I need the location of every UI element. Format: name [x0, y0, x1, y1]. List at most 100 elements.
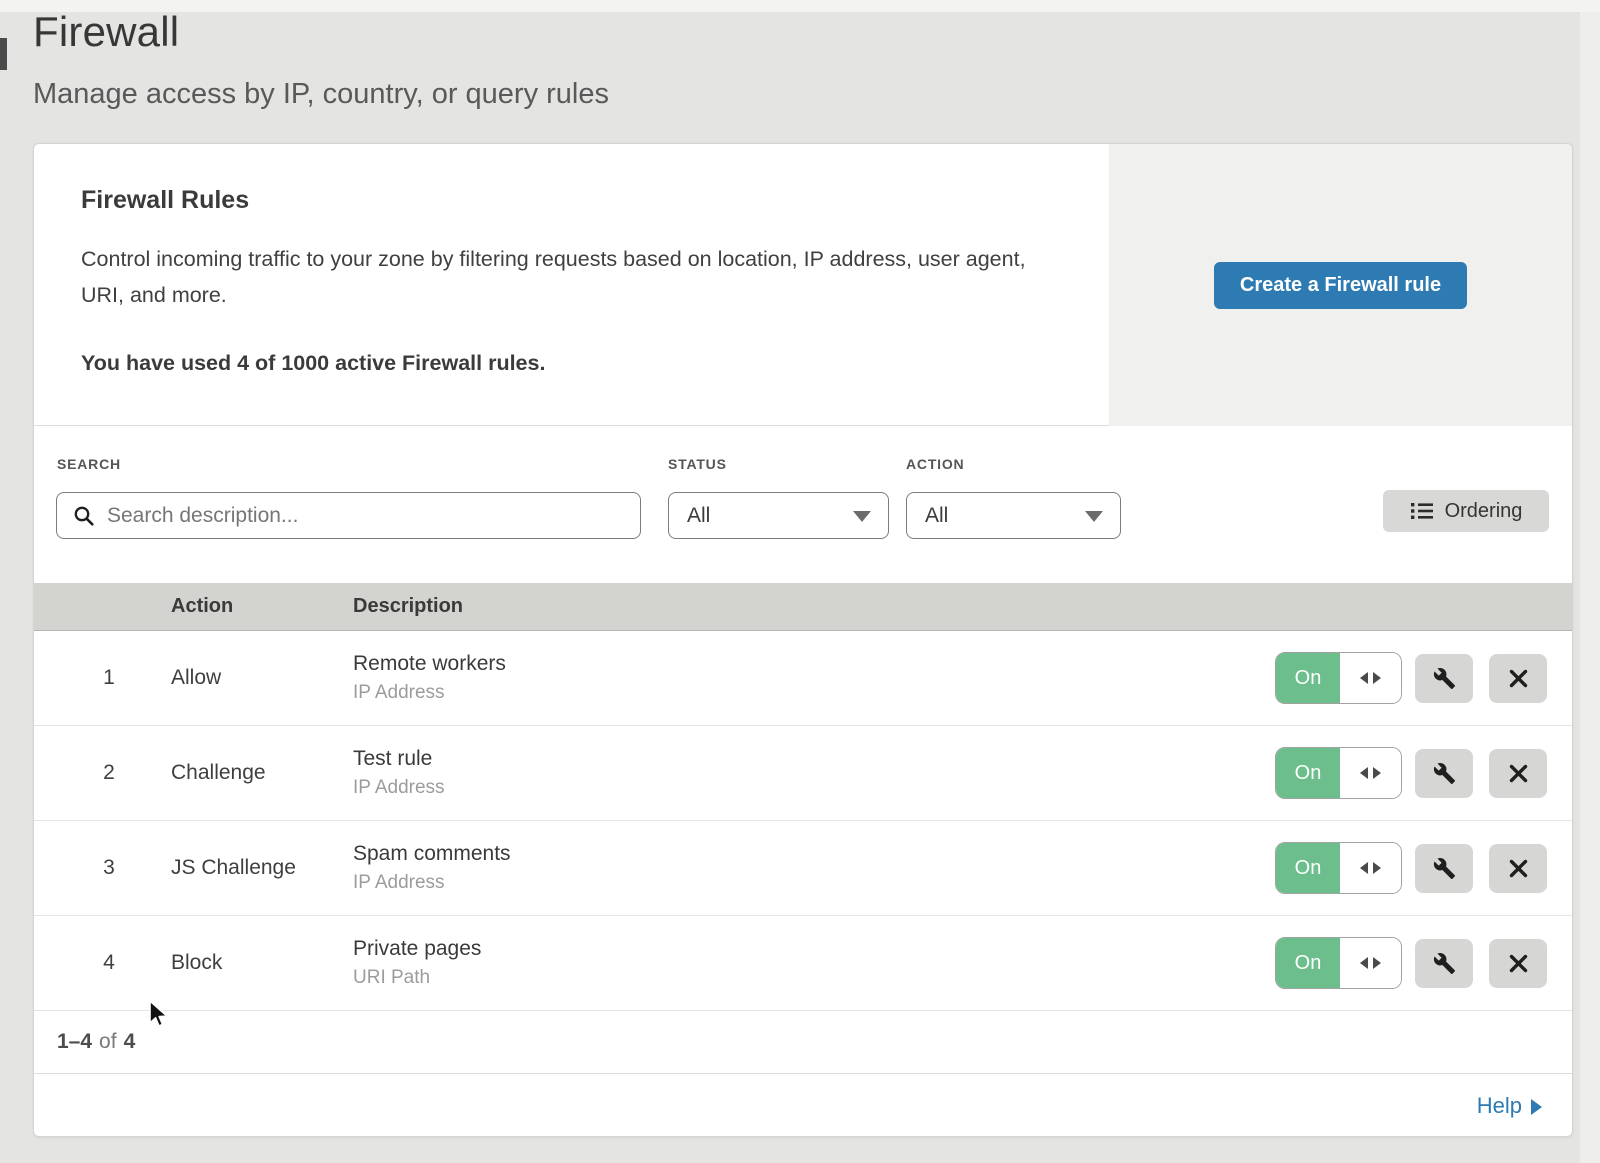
rule-description-title: Spam comments [353, 842, 853, 866]
ordered-list-icon [1410, 501, 1434, 521]
rule-controls: On [1275, 842, 1547, 894]
rule-priority: 3 [89, 821, 129, 915]
delete-rule-button[interactable] [1489, 654, 1547, 703]
firewall-rules-card: Firewall Rules Control incoming traffic … [33, 143, 1573, 1137]
create-firewall-rule-button[interactable]: Create a Firewall rule [1214, 262, 1467, 309]
rule-match-field: IP Address [353, 777, 853, 799]
action-label: ACTION [906, 456, 964, 472]
rule-action: JS Challenge [171, 821, 346, 915]
window-right-edge [1580, 12, 1600, 1163]
rule-description-title: Remote workers [353, 652, 853, 676]
wrench-icon [1433, 857, 1456, 880]
rule-controls: On [1275, 937, 1547, 989]
rule-action: Challenge [171, 726, 346, 820]
search-label: SEARCH [57, 456, 121, 472]
search-input-wrapper [56, 492, 641, 539]
rule-description: Private pages URI Path [353, 916, 853, 1010]
chevron-down-icon [1085, 511, 1103, 522]
ordering-button-label: Ordering [1445, 500, 1523, 523]
rules-usage-note: You have used 4 of 1000 active Firewall … [81, 351, 1109, 376]
rule-description-title: Private pages [353, 937, 853, 961]
filters-bar: SEARCH STATUS All ACTION All [34, 426, 1572, 583]
status-label: STATUS [668, 456, 727, 472]
toggle-on-label: On [1276, 938, 1340, 988]
toggle-handle [1340, 748, 1401, 798]
edit-rule-button[interactable] [1415, 749, 1473, 798]
toggle-handle [1340, 843, 1401, 893]
edit-rule-button[interactable] [1415, 654, 1473, 703]
status-selected-value: All [687, 504, 710, 528]
rule-action: Allow [171, 631, 346, 725]
pagination-total: 4 [124, 1030, 136, 1054]
rule-priority: 4 [89, 916, 129, 1010]
rules-list: 1 Allow Remote workers IP Address On [34, 631, 1572, 1011]
toggle-handle [1340, 653, 1401, 703]
rule-controls: On [1275, 652, 1547, 704]
firewall-page: Firewall Manage access by IP, country, o… [0, 0, 1600, 1163]
rule-description: Spam comments IP Address [353, 821, 853, 915]
rule-match-field: URI Path [353, 967, 853, 989]
firewall-rules-summary-section: Firewall Rules Control incoming traffic … [34, 144, 1572, 426]
edit-rule-button[interactable] [1415, 939, 1473, 988]
action-select[interactable]: All [906, 492, 1121, 539]
rule-action: Block [171, 916, 346, 1010]
triangle-left-icon [1360, 767, 1368, 779]
help-link-label: Help [1477, 1093, 1522, 1119]
create-rule-panel: Create a Firewall rule [1109, 144, 1572, 426]
edit-rule-button[interactable] [1415, 844, 1473, 893]
rule-description: Remote workers IP Address [353, 631, 853, 725]
delete-rule-button[interactable] [1489, 844, 1547, 893]
toggle-on-label: On [1276, 748, 1340, 798]
summary-text-block: Firewall Rules Control incoming traffic … [34, 144, 1109, 425]
rule-enabled-toggle[interactable]: On [1275, 937, 1402, 989]
toggle-handle [1340, 938, 1401, 988]
window-top-edge [0, 0, 1600, 12]
rule-enabled-toggle[interactable]: On [1275, 652, 1402, 704]
triangle-right-icon [1373, 862, 1381, 874]
rule-description-title: Test rule [353, 747, 853, 771]
toggle-on-label: On [1276, 653, 1340, 703]
ordering-button[interactable]: Ordering [1383, 490, 1549, 532]
rule-match-field: IP Address [353, 682, 853, 704]
page-subtitle: Manage access by IP, country, or query r… [33, 78, 609, 111]
help-link[interactable]: Help [1477, 1093, 1542, 1119]
rule-description: Test rule IP Address [353, 726, 853, 820]
rule-match-field: IP Address [353, 872, 853, 894]
delete-rule-button[interactable] [1489, 939, 1547, 988]
table-row: 4 Block Private pages URI Path On [34, 916, 1572, 1011]
help-row: Help [34, 1074, 1572, 1138]
search-input[interactable] [107, 496, 607, 536]
table-row: 1 Allow Remote workers IP Address On [34, 631, 1572, 726]
triangle-left-icon [1360, 672, 1368, 684]
pagination-range: 1–4 [57, 1030, 92, 1054]
delete-rule-button[interactable] [1489, 749, 1547, 798]
card-description: Control incoming traffic to your zone by… [81, 241, 1026, 313]
page-title: Firewall [33, 8, 179, 56]
rule-priority: 1 [89, 631, 129, 725]
column-header-action: Action [171, 583, 233, 630]
action-selected-value: All [925, 504, 948, 528]
table-row: 2 Challenge Test rule IP Address On [34, 726, 1572, 821]
window-left-edge [0, 38, 7, 70]
close-icon [1508, 668, 1529, 689]
rule-controls: On [1275, 747, 1547, 799]
close-icon [1508, 858, 1529, 879]
pagination-status: 1–4 of 4 [34, 1011, 1572, 1074]
table-row: 3 JS Challenge Spam comments IP Address … [34, 821, 1572, 916]
triangle-left-icon [1360, 862, 1368, 874]
column-header-description: Description [353, 583, 463, 630]
wrench-icon [1433, 952, 1456, 975]
table-header: Action Description [34, 583, 1572, 631]
rule-enabled-toggle[interactable]: On [1275, 842, 1402, 894]
card-heading: Firewall Rules [81, 186, 1109, 215]
wrench-icon [1433, 667, 1456, 690]
rule-enabled-toggle[interactable]: On [1275, 747, 1402, 799]
close-icon [1508, 953, 1529, 974]
triangle-right-icon [1373, 672, 1381, 684]
close-icon [1508, 763, 1529, 784]
status-select[interactable]: All [668, 492, 889, 539]
toggle-on-label: On [1276, 843, 1340, 893]
triangle-left-icon [1360, 957, 1368, 969]
search-icon [73, 505, 95, 527]
wrench-icon [1433, 762, 1456, 785]
